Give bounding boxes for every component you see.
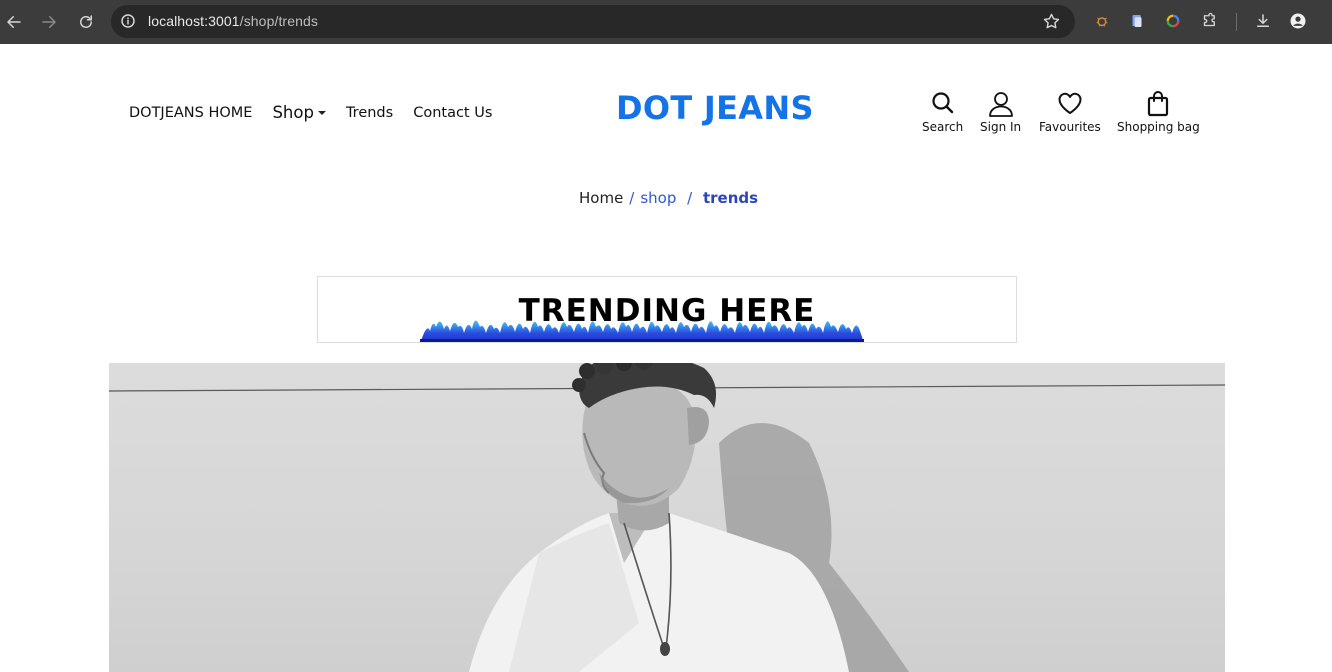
nav-shop-dropdown[interactable]: Shop — [272, 103, 326, 122]
nav-trends-link[interactable]: Trends — [346, 105, 393, 121]
back-icon[interactable] — [2, 10, 26, 34]
user-icon — [988, 92, 1013, 117]
reload-icon[interactable] — [74, 10, 98, 34]
url-text: localhost:3001/shop/trends — [148, 13, 318, 29]
hero-image — [109, 363, 1225, 672]
extension-docs-icon[interactable] — [1127, 11, 1147, 31]
url-path: /shop/trends — [239, 13, 318, 29]
trending-banner: TRENDING HERE — [317, 276, 1017, 343]
extensions-puzzle-icon[interactable] — [1199, 11, 1219, 31]
breadcrumb-home[interactable]: Home — [579, 189, 623, 207]
favourites-button[interactable]: Favourites — [1039, 90, 1101, 134]
brand-logo[interactable]: DOT JEANS — [616, 89, 814, 127]
caret-down-icon — [317, 110, 326, 115]
breadcrumb: Home / shop / trends — [579, 189, 758, 207]
toolbar-divider — [1236, 13, 1237, 31]
browser-toolbar: localhost:3001/shop/trends — [0, 0, 1332, 44]
model-photo — [109, 363, 1225, 672]
breadcrumb-separator: / — [682, 189, 697, 207]
address-bar[interactable]: localhost:3001/shop/trends — [111, 5, 1075, 38]
nav-home-link[interactable]: DOTJEANS HOME — [129, 105, 252, 121]
nav-contact-link[interactable]: Contact Us — [413, 105, 492, 121]
shopping-bag-button[interactable]: Shopping bag — [1117, 90, 1200, 134]
favourites-label: Favourites — [1039, 120, 1101, 134]
trending-title: TRENDING HERE — [518, 293, 816, 329]
sign-in-label: Sign In — [980, 120, 1022, 134]
search-button[interactable]: Search — [922, 90, 963, 134]
heart-icon — [1058, 92, 1082, 114]
extension-bug-icon[interactable] — [1092, 11, 1112, 31]
extension-color-icon[interactable] — [1163, 11, 1183, 31]
breadcrumb-separator: / — [629, 189, 635, 207]
download-icon[interactable] — [1253, 11, 1273, 31]
search-icon — [932, 92, 953, 114]
sign-in-button[interactable]: Sign In — [980, 90, 1021, 134]
url-host: localhost:3001 — [148, 13, 240, 29]
search-label: Search — [922, 120, 964, 134]
breadcrumb-shop[interactable]: shop — [640, 189, 676, 207]
forward-icon[interactable] — [37, 10, 61, 34]
nav-shop-label: Shop — [272, 103, 314, 122]
shopping-bag-label: Shopping bag — [1117, 120, 1200, 134]
profile-avatar-icon[interactable] — [1288, 11, 1308, 31]
main-nav: DOTJEANS HOME Shop Trends Contact Us — [129, 103, 512, 122]
breadcrumb-current: trends — [702, 189, 759, 207]
shopping-bag-icon — [1148, 91, 1169, 117]
bookmark-star-icon[interactable] — [1042, 12, 1061, 31]
site-info-icon[interactable] — [119, 12, 137, 30]
